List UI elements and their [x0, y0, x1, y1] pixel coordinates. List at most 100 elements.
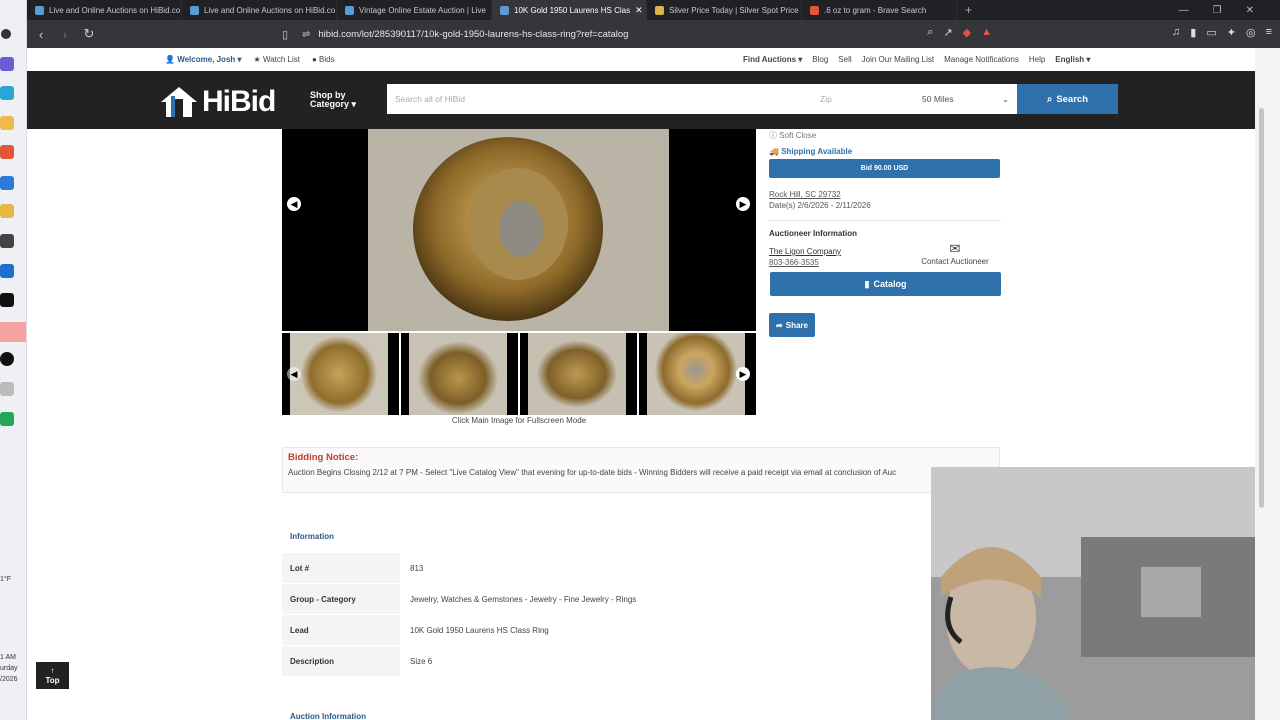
- browser-tabbar: Live and Online Auctions on HiBid.co Liv…: [27, 0, 1280, 20]
- thumbs-next-icon[interactable]: ▶: [736, 367, 750, 381]
- zoom-icon[interactable]: ⌕: [927, 26, 933, 39]
- contact-auctioneer-link[interactable]: ✉ Contact Auctioneer: [909, 241, 1001, 266]
- hibid-logo[interactable]: HiBid: [160, 85, 276, 119]
- bookmark-icon[interactable]: ▯: [282, 28, 288, 41]
- back-to-top-button[interactable]: ↑ Top: [36, 662, 69, 689]
- ring-main-image[interactable]: [368, 129, 669, 331]
- media-icon[interactable]: ♫: [1172, 26, 1180, 39]
- app-icon[interactable]: [0, 57, 14, 71]
- tab-title: 10K Gold 1950 Laurens HS Clas: [514, 5, 631, 15]
- app-icon[interactable]: [0, 176, 14, 190]
- location-link[interactable]: Rock Hill, SC 29732: [769, 190, 841, 199]
- sell-link[interactable]: Sell: [838, 55, 851, 64]
- restore-icon[interactable]: ❐: [1213, 5, 1222, 16]
- menu-icon[interactable]: ≡: [1266, 26, 1272, 39]
- info-row: Lot # 813: [282, 552, 1000, 583]
- browser-tab[interactable]: Live and Online Auctions on HiBid.co: [182, 0, 337, 20]
- new-tab-icon[interactable]: +: [965, 3, 972, 17]
- info-row: Group - Category Jewelry, Watches & Gemst…: [282, 583, 1000, 614]
- window-controls: — ❐ ✕: [1179, 5, 1280, 16]
- share-button[interactable]: ➦ Share: [769, 313, 815, 337]
- shipping-label: 🚚 Shipping Available: [769, 147, 1001, 156]
- thumbnail[interactable]: [520, 333, 637, 415]
- site-header: HiBid Shop by Category ▾ Search all of H…: [27, 71, 1255, 129]
- find-auctions-label: Find Auctions: [743, 55, 797, 64]
- zip-input[interactable]: Zip: [812, 94, 914, 104]
- bids-link[interactable]: ● Bids: [312, 55, 335, 64]
- watch-list-label: Watch List: [262, 55, 300, 64]
- info-key: Lot #: [282, 553, 400, 583]
- gallery-caption: Click Main Image for Fullscreen Mode: [451, 416, 587, 425]
- catalog-label: Catalog: [873, 279, 907, 289]
- browser-tab[interactable]: Silver Price Today | Silver Spot Price: [647, 0, 802, 20]
- search-input[interactable]: Search all of HiBid: [387, 94, 812, 104]
- wallet-icon[interactable]: ▭: [1206, 26, 1216, 39]
- browser-toolbar: ‹ › ↻ ▯ ⇌ hibid.com/lot/285390117/10k-go…: [27, 20, 1280, 48]
- app-icon[interactable]: [0, 264, 14, 278]
- hibid-house-icon: [161, 87, 197, 117]
- help-link[interactable]: Help: [1029, 55, 1045, 64]
- top-label: Top: [45, 676, 60, 685]
- os-taskbar: 1°F 1 AM urday /2026: [0, 0, 27, 720]
- information-section: Information Lot # 813 Group - Category Jew…: [282, 521, 1000, 676]
- info-value: Size 6: [410, 656, 433, 666]
- thumbs-prev-icon[interactable]: ◀: [287, 367, 301, 381]
- welcome-label: Welcome, Josh: [177, 55, 236, 64]
- app-icon[interactable]: [0, 86, 14, 100]
- app-icon[interactable]: [0, 234, 14, 248]
- close-tab-icon[interactable]: ✕: [635, 5, 643, 16]
- scrollbar-thumb[interactable]: [1259, 108, 1264, 508]
- shop-by-category-menu[interactable]: Shop by Category ▾: [310, 91, 356, 109]
- search-icon: ⌕: [1046, 93, 1053, 105]
- bid-button[interactable]: Bid 90.00 USD: [769, 159, 1000, 178]
- tab-title: .6 oz to gram - Brave Search: [824, 5, 927, 15]
- forward-icon[interactable]: ›: [55, 27, 75, 42]
- blog-link[interactable]: Blog: [812, 55, 828, 64]
- extensions-icon[interactable]: ✦: [1227, 26, 1236, 39]
- search-button[interactable]: ⌕ Search: [1017, 84, 1118, 114]
- browser-tab[interactable]: Vintage Online Estate Auction | Live: [337, 0, 492, 20]
- browser-tab[interactable]: .6 oz to gram - Brave Search: [802, 0, 957, 20]
- app-icon[interactable]: [0, 293, 14, 307]
- app-icon[interactable]: [1, 29, 11, 39]
- close-window-icon[interactable]: ✕: [1246, 5, 1254, 16]
- address-bar[interactable]: ⇌ hibid.com/lot/285390117/10k-gold-1950-…: [302, 24, 1007, 44]
- page-scrollbar[interactable]: [1255, 48, 1280, 720]
- brave-icon[interactable]: [0, 145, 14, 159]
- toolbar-actions: ⌕ ↗ ◆ ▲ ♫ ▮ ▭ ✦ ◎ ≡: [927, 26, 1272, 39]
- information-heading: Information: [290, 532, 334, 541]
- info-key: Group - Category: [282, 584, 400, 614]
- watch-list-link[interactable]: ★ Watch List: [254, 55, 300, 64]
- app-icon[interactable]: [0, 352, 14, 366]
- reload-icon[interactable]: ↻: [79, 26, 99, 42]
- mailing-list-link[interactable]: Join Our Mailing List: [862, 55, 934, 64]
- browser-tab[interactable]: Live and Online Auctions on HiBid.co: [27, 0, 182, 20]
- gallery-prev-icon[interactable]: ◀: [287, 197, 301, 211]
- app-icon[interactable]: [0, 204, 14, 218]
- app-icon[interactable]: [0, 412, 14, 426]
- minimize-icon[interactable]: —: [1179, 5, 1189, 16]
- thumbnail[interactable]: [401, 333, 518, 415]
- app-icon[interactable]: [0, 116, 14, 130]
- app-icon[interactable]: [0, 322, 26, 342]
- envelope-icon: ✉: [949, 241, 961, 256]
- gallery-next-icon[interactable]: ▶: [736, 197, 750, 211]
- welcome-menu[interactable]: 👤 Welcome, Josh ▾: [165, 55, 242, 64]
- sidebar-icon[interactable]: ▮: [1190, 26, 1196, 39]
- browser-tab-active[interactable]: 10K Gold 1950 Laurens HS Clas ✕: [492, 0, 647, 20]
- vpn-icon[interactable]: ◎: [1246, 26, 1256, 39]
- back-icon[interactable]: ‹: [31, 27, 51, 42]
- catalog-button[interactable]: ▮ Catalog: [770, 272, 1001, 296]
- site-info-icon[interactable]: ⇌: [302, 29, 310, 40]
- search-button-label: Search: [1056, 93, 1088, 105]
- miles-select[interactable]: 50 Miles ⌄: [914, 94, 1017, 105]
- language-menu[interactable]: English ▾: [1055, 55, 1090, 64]
- find-auctions-menu[interactable]: Find Auctions ▾: [743, 55, 802, 64]
- brave-shields-icon[interactable]: ◆: [963, 26, 971, 39]
- notifications-link[interactable]: Manage Notifications: [944, 55, 1019, 64]
- brave-rewards-icon[interactable]: ▲: [981, 26, 992, 39]
- share-page-icon[interactable]: ↗: [943, 26, 952, 39]
- app-icon[interactable]: [0, 382, 14, 396]
- main-image-gallery[interactable]: ◀ ▶: [282, 129, 756, 331]
- tab-title: Live and Online Auctions on HiBid.co: [49, 5, 181, 15]
